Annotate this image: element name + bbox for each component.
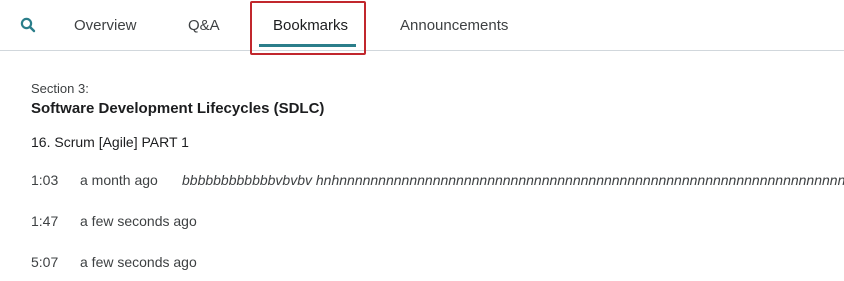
bookmark-timestamp[interactable]: 1:47 (31, 213, 58, 229)
bookmarks-tab-highlight (250, 1, 366, 55)
bookmark-created-ago: a month ago (80, 172, 158, 188)
section-title: Software Development Lifecycles (SDLC) (31, 100, 325, 117)
lecture-title[interactable]: 16. Scrum [Agile] PART 1 (31, 134, 189, 150)
tab-announcements[interactable]: Announcements (400, 0, 508, 50)
bookmark-created-ago: a few seconds ago (80, 213, 197, 229)
bookmark-created-ago: a few seconds ago (80, 254, 197, 270)
tab-overview[interactable]: Overview (74, 0, 137, 50)
bookmark-note: bbbbbbbbbbbbvbvbv hnhnnnnnnnnnnnnnnnnnnn… (182, 172, 844, 188)
tab-qa[interactable]: Q&A (188, 0, 220, 50)
section-label: Section 3: (31, 81, 89, 96)
bookmark-timestamp[interactable]: 1:03 (31, 172, 58, 188)
tab-bar: Overview Q&A Bookmarks Announcements (0, 0, 844, 51)
search-icon[interactable] (20, 17, 36, 33)
bookmark-timestamp[interactable]: 5:07 (31, 254, 58, 270)
